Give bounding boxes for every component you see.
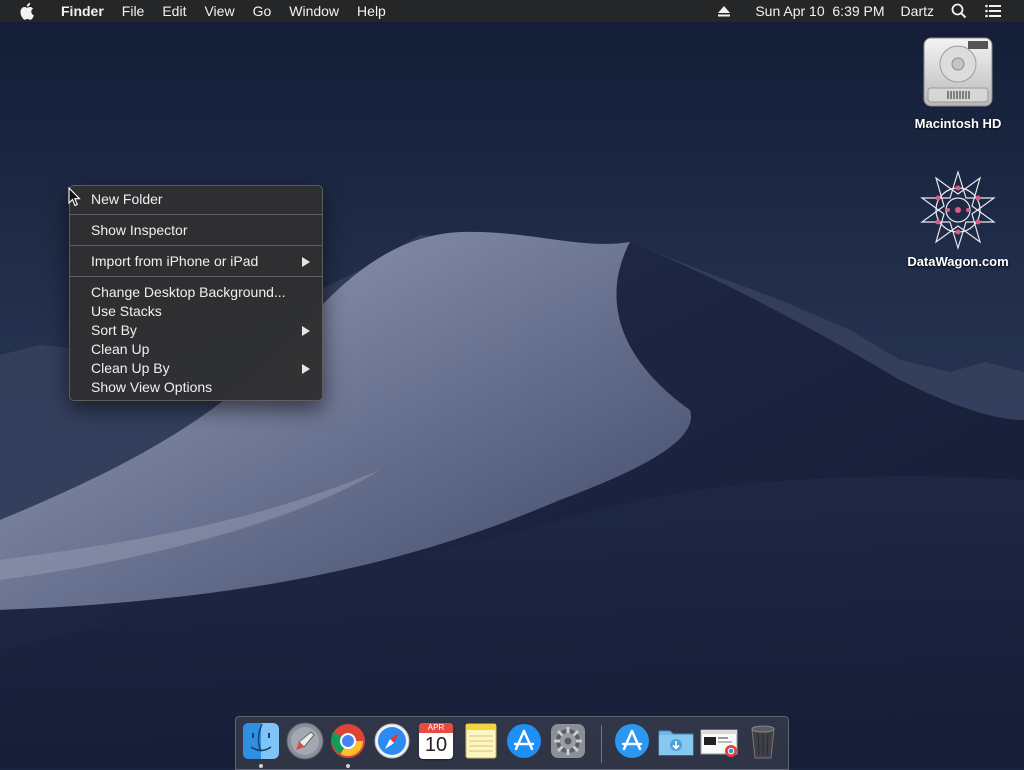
- search-icon: [951, 3, 967, 19]
- app-store-icon[interactable]: [504, 721, 544, 761]
- menu-item-label: Clean Up By: [91, 360, 170, 376]
- menu-separator: [70, 214, 322, 215]
- eject-menu-extra[interactable]: [707, 2, 741, 20]
- menu-item-show-inspector[interactable]: Show Inspector: [70, 221, 322, 240]
- menu-file[interactable]: File: [113, 0, 154, 22]
- menu-help[interactable]: Help: [348, 0, 395, 22]
- menu-finder[interactable]: Finder: [52, 0, 113, 22]
- notification-center-button[interactable]: [976, 2, 1024, 20]
- desktop-icon-label: DataWagon.com: [907, 254, 1009, 269]
- menubar-clock[interactable]: Sun Apr 10 6:39 PM: [741, 0, 892, 22]
- menu-item-sort-by[interactable]: Sort By: [70, 321, 322, 340]
- calendar-day: 10: [424, 734, 448, 756]
- apple-logo-icon[interactable]: [18, 2, 38, 20]
- menu-item-label: Sort By: [91, 322, 137, 338]
- list-icon: [985, 4, 1001, 18]
- menu-item-label: Import from iPhone or iPad: [91, 253, 259, 269]
- app-store-folder-icon[interactable]: [612, 721, 652, 761]
- submenu-arrow-icon: [302, 257, 310, 267]
- calendar-icon[interactable]: APR 10: [419, 723, 453, 759]
- finder-icon[interactable]: [241, 721, 281, 761]
- menu-bar: Finder File Edit View Go Window Help Sun…: [0, 0, 1024, 22]
- hard-drive-icon: [923, 37, 993, 107]
- menu-item-label: Show View Options: [91, 379, 213, 395]
- submenu-arrow-icon: [302, 326, 310, 336]
- chrome-icon[interactable]: [328, 721, 368, 761]
- menu-edit[interactable]: Edit: [153, 0, 195, 22]
- running-indicator: [346, 764, 350, 768]
- menu-item-clean-up[interactable]: Clean Up: [70, 340, 322, 359]
- menu-item-label: Show Inspector: [91, 222, 188, 238]
- menu-item-label: Change Desktop Background...: [91, 284, 286, 300]
- menu-item-use-stacks[interactable]: Use Stacks: [70, 302, 322, 321]
- calendar-month: APR: [419, 723, 453, 733]
- downloads-folder-icon[interactable]: [656, 721, 696, 761]
- eject-icon: [718, 6, 731, 17]
- mouse-cursor-icon: [68, 187, 81, 207]
- menu-item-label: Clean Up: [91, 341, 150, 357]
- menu-item-label: Use Stacks: [91, 303, 162, 319]
- desktop-icon-macintosh-hd[interactable]: Macintosh HD: [898, 32, 1018, 131]
- compass-icon[interactable]: [372, 721, 412, 761]
- desktop-icon-label: Macintosh HD: [914, 116, 1002, 131]
- dock: APR 10: [235, 716, 789, 770]
- submenu-arrow-icon: [302, 364, 310, 374]
- notes-icon[interactable]: [461, 721, 501, 761]
- menu-item-clean-up-by[interactable]: Clean Up By: [70, 359, 322, 378]
- geometric-star-icon: [920, 169, 996, 251]
- desktop-context-menu: New Folder Show Inspector Import from iP…: [69, 185, 323, 401]
- menu-go[interactable]: Go: [244, 0, 281, 22]
- menu-item-label: New Folder: [91, 191, 163, 207]
- menu-view[interactable]: View: [195, 0, 243, 22]
- rocket-icon[interactable]: [285, 721, 325, 761]
- desktop-icon-datawagon[interactable]: DataWagon.com: [898, 168, 1018, 269]
- menu-separator: [70, 245, 322, 246]
- menu-item-show-view-options[interactable]: Show View Options: [70, 378, 322, 397]
- menu-window[interactable]: Window: [280, 0, 348, 22]
- trash-icon[interactable]: [743, 721, 783, 761]
- menu-item-new-folder[interactable]: New Folder: [70, 190, 322, 209]
- gear-icon[interactable]: [548, 721, 588, 761]
- dock-divider: [601, 725, 602, 763]
- menu-separator: [70, 276, 322, 277]
- menu-item-change-desktop-background[interactable]: Change Desktop Background...: [70, 283, 322, 302]
- spotlight-button[interactable]: [942, 2, 976, 20]
- menubar-user[interactable]: Dartz: [893, 0, 942, 22]
- window-thumbnail-icon[interactable]: [699, 721, 739, 761]
- running-indicator: [259, 764, 263, 768]
- menu-item-import-from-iphone[interactable]: Import from iPhone or iPad: [70, 252, 322, 271]
